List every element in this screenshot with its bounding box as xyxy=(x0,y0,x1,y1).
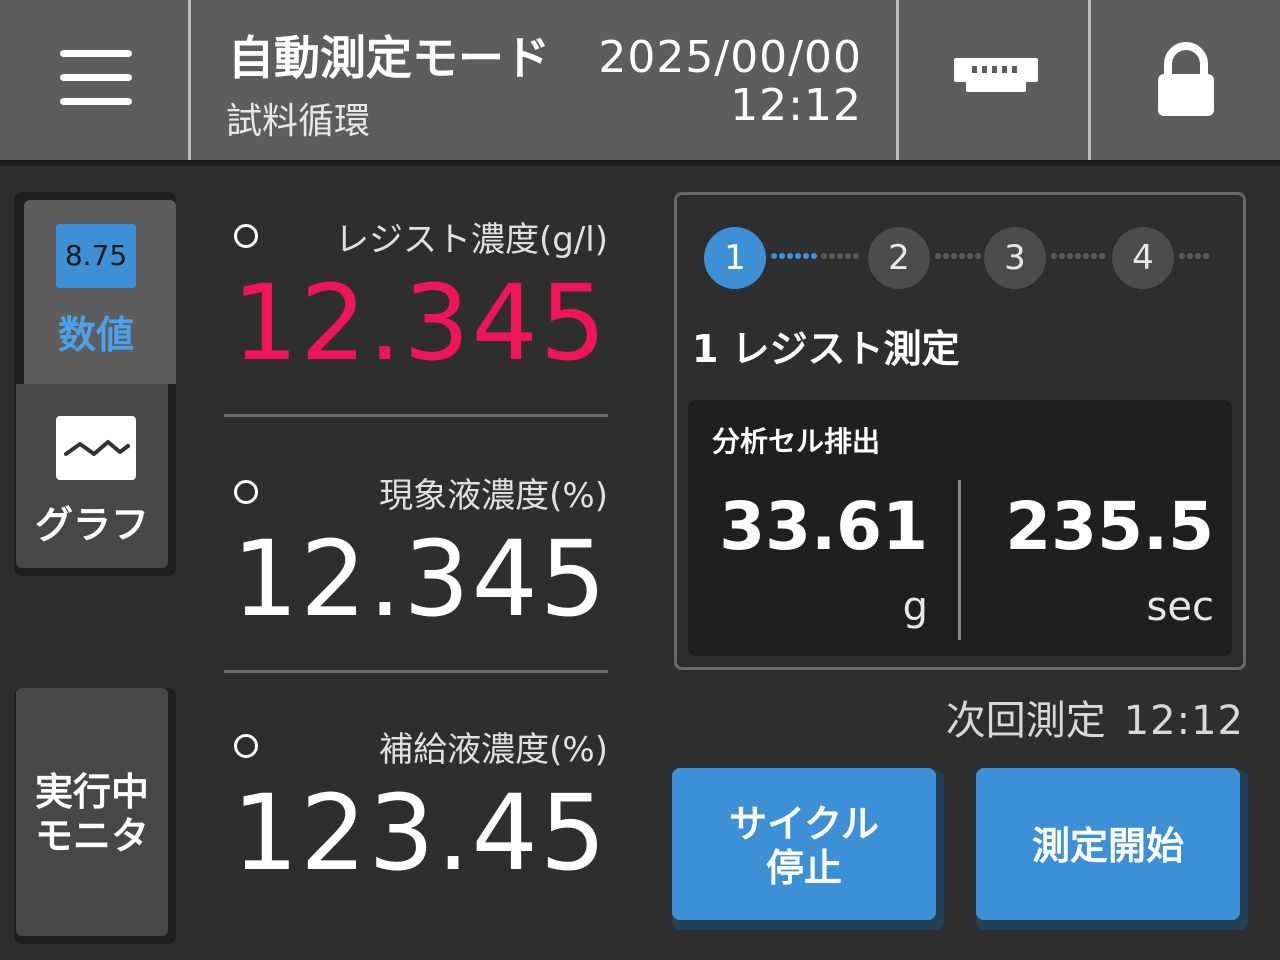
header-divider xyxy=(188,0,191,160)
lock-button[interactable] xyxy=(1092,0,1280,160)
process-status-box: 分析セル排出 33.61 g 235.5 sec xyxy=(688,400,1232,656)
reading-name: 現象液濃度(%) xyxy=(379,476,608,516)
menu-button[interactable] xyxy=(0,0,188,160)
reading-resist: レジスト濃度(g/l) 12.345 xyxy=(224,212,608,384)
weight-value: 33.61 xyxy=(719,488,928,565)
lock-icon xyxy=(1158,42,1214,116)
value-divider xyxy=(958,480,961,640)
time-unit: sec xyxy=(1146,584,1214,630)
reading-name: 補給液濃度(%) xyxy=(379,730,608,770)
header-shadow xyxy=(0,160,1280,166)
reading-name: レジスト濃度(g/l) xyxy=(334,220,608,260)
status-circle-icon xyxy=(234,224,258,248)
reading-divider xyxy=(224,414,608,417)
mode-title: 自動測定モード xyxy=(228,31,550,85)
numeric-badge: 8.75 xyxy=(56,224,136,288)
step-indicator-2: 2 xyxy=(868,227,930,289)
weight-unit: g xyxy=(902,584,928,630)
next-measurement-time: 12:12 xyxy=(1123,698,1244,744)
reading-divider xyxy=(224,670,608,673)
nav-graph-label: グラフ xyxy=(34,503,149,547)
step-indicator-3: 3 xyxy=(984,227,1046,289)
start-measurement-label: 測定開始 xyxy=(1031,824,1184,868)
reading-developer: 現象液濃度(%) 12.345 xyxy=(224,468,608,640)
network-button[interactable] xyxy=(900,0,1088,160)
cycle-stop-line2: 停止 xyxy=(765,846,842,890)
header-divider xyxy=(896,0,899,160)
reading-value: 12.345 xyxy=(232,518,608,640)
running-monitor-line1: 実行中 xyxy=(34,770,149,814)
running-monitor-line2: モニタ xyxy=(34,814,149,858)
reading-replenisher: 補給液濃度(%) 123.45 xyxy=(224,722,608,894)
time-value: 235.5 xyxy=(1005,488,1214,565)
header-date: 2025/00/00 xyxy=(598,32,862,83)
header-bar: 自動測定モード 試料循環 2025/00/00 12:12 xyxy=(0,0,1280,160)
cycle-stop-line1: サイクル xyxy=(728,802,880,846)
header-title-area: 自動測定モード 試料循環 2025/00/00 12:12 xyxy=(192,0,896,160)
status-circle-icon xyxy=(234,480,258,504)
step-indicator-1: 1 xyxy=(704,227,766,289)
nav-graph-tab[interactable]: グラフ xyxy=(16,384,168,568)
ethernet-icon xyxy=(954,58,1038,92)
nav-numeric-label: 数値 xyxy=(57,313,134,357)
start-measurement-button[interactable]: 測定開始 xyxy=(976,768,1240,920)
header-time: 12:12 xyxy=(730,80,862,131)
step-indicator-4: 4 xyxy=(1112,227,1174,289)
graph-icon xyxy=(56,416,136,480)
running-monitor-button[interactable]: 実行中 モニタ xyxy=(16,688,168,936)
nav-numeric-tab[interactable]: 8.75 数値 xyxy=(24,200,176,384)
current-step-title: 1 レジスト測定 xyxy=(692,327,960,371)
status-circle-icon xyxy=(234,734,258,758)
next-measurement-label: 次回測定 xyxy=(945,698,1106,744)
header-divider xyxy=(1088,0,1091,160)
reading-value: 123.45 xyxy=(232,772,608,894)
process-title: 分析セル排出 xyxy=(712,425,881,458)
running-monitor-label: 実行中 モニタ xyxy=(16,770,168,858)
cycle-stop-button[interactable]: サイクル 停止 xyxy=(672,768,936,920)
next-measurement: 次回測定 12:12 xyxy=(946,688,1244,746)
reading-value: 12.345 xyxy=(232,262,608,384)
mode-subtitle: 試料循環 xyxy=(226,101,371,142)
